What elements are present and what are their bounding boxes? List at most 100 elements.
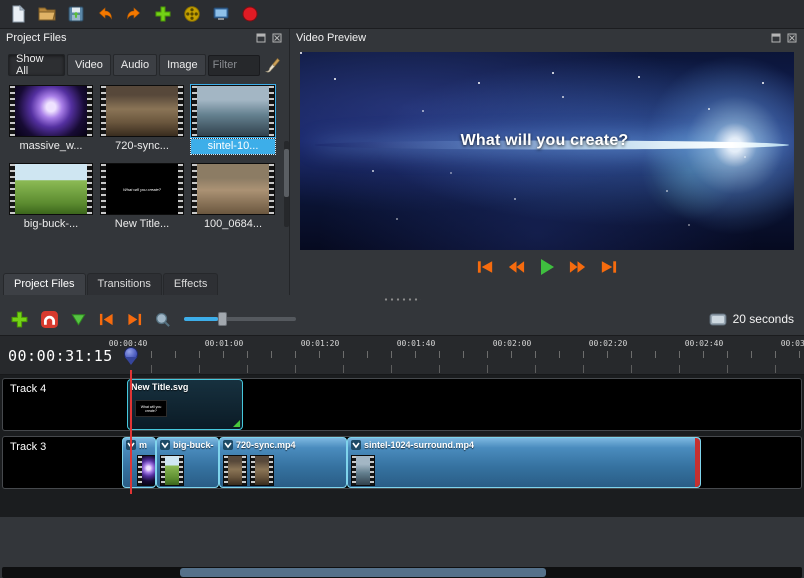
zoom-icon[interactable] [154,311,171,328]
timeline-horizontal-scrollbar[interactable] [2,567,802,578]
close-panel-icon[interactable] [786,32,798,44]
playback-controls [290,258,804,276]
ruler-ticks [127,351,804,358]
files-vertical-scroll-thumb[interactable] [284,149,289,197]
filter-video-button[interactable]: Video [66,54,111,76]
playhead-marker[interactable] [123,347,138,365]
tab-project-files[interactable]: Project Files [3,273,86,295]
clip-label: sintel-1024-surround.mp4 [364,440,475,450]
timeline-ruler-row: 00:00:31:15 00:00:40 00:01:00 00:01:20 0… [0,335,804,375]
timeline-ruler[interactable]: 00:00:40 00:01:00 00:01:20 00:01:40 00:0… [100,336,804,374]
video-frame [300,52,794,250]
media-label: 720-sync... [115,140,169,152]
video-preview-display: What will you create? [300,52,794,250]
rewind-icon[interactable] [507,259,526,275]
media-item-big-buck[interactable]: big-buck-... [9,163,93,238]
media-item-sintel[interactable]: sintel-10... [190,84,276,160]
timeline-clip-big-buck[interactable]: big-buck- [156,437,219,488]
timeline-clip-massive[interactable]: m [122,437,156,488]
title-thumb-text: What will you create? [122,186,161,192]
stars-decoration [300,52,302,54]
video-preview-title: Video Preview [296,32,367,44]
media-item-100-0684[interactable]: 100_0684... [191,163,275,238]
skip-to-end-icon[interactable] [599,259,618,275]
left-dock-tabs: Project Files Transitions Effects [0,269,289,295]
splitter-handle-dots [383,297,421,301]
clip-chevron-icon [351,440,361,450]
horizontal-splitter[interactable] [0,295,804,303]
ruler-label: 00:01:00 [204,339,244,348]
timeline-clip-720-sync[interactable]: 720-sync.mp4 [219,437,347,488]
ruler-label: 00:01:20 [300,339,340,348]
filter-input[interactable] [207,54,260,76]
media-item-new-title[interactable]: What will you create? New Title... [100,163,184,238]
video-overlay-text: What will you create? [460,132,629,150]
export-video-icon[interactable] [240,4,260,24]
clear-filter-brush-icon[interactable] [262,54,283,76]
play-icon[interactable] [538,258,556,276]
timeline-toolbar: 20 seconds [0,303,804,335]
tracks-region: Track 4 New Title.svg What will you crea… [0,375,804,578]
clip-thumbnail-text: What will you create? [135,400,167,417]
media-label: 100_0684... [203,218,263,230]
ruler-label: 00:01:40 [396,339,436,348]
main-toolbar [0,0,804,29]
tab-transitions[interactable]: Transitions [86,273,162,295]
float-panel-icon[interactable] [770,32,782,44]
clip-label: New Title.svg [131,382,189,392]
snapping-toggle-icon[interactable] [40,310,59,329]
filter-audio-button[interactable]: Audio [112,54,158,76]
filter-show-all-button[interactable]: Show All [8,53,65,77]
add-marker-icon[interactable] [70,312,87,327]
files-vertical-scrollbar[interactable] [284,141,289,227]
fast-forward-icon[interactable] [568,259,587,275]
timeline-scroll-thumb[interactable] [180,568,546,577]
project-files-header: Project Files [0,29,289,47]
timeline-clip-new-title[interactable]: New Title.svg What will you create? [127,379,243,430]
skip-to-start-icon[interactable] [476,259,495,275]
clip-chevron-icon [223,440,233,450]
next-marker-icon[interactable] [126,312,143,327]
ruler-subticks [151,365,804,373]
openshot-window: Project Files Show All Video Audio Image [0,0,804,578]
clip-label: m [139,440,148,450]
import-files-icon[interactable] [153,4,173,24]
ruler-label: 00:02:20 [588,339,628,348]
redo-icon[interactable] [124,4,144,24]
project-files-panel: Project Files Show All Video Audio Image [0,29,290,295]
main-split: Project Files Show All Video Audio Image [0,29,804,295]
media-item-massive[interactable]: massive_w... [9,85,93,160]
filter-image-button[interactable]: Image [159,54,206,76]
new-project-icon[interactable] [8,4,28,24]
project-files-title: Project Files [6,32,67,44]
fullscreen-icon[interactable] [211,4,231,24]
add-track-icon[interactable] [10,310,29,329]
float-panel-icon[interactable] [255,32,267,44]
media-label: big-buck-... [23,218,79,230]
close-panel-icon[interactable] [271,32,283,44]
timeline-clip-sintel[interactable]: sintel-1024-surround.mp4 [347,437,701,488]
video-preview-header: Video Preview [290,29,804,47]
media-label: sintel-10... [190,138,276,155]
tab-effects[interactable]: Effects [162,273,219,295]
ruler-label: 00:03:00 [780,339,804,348]
undo-icon[interactable] [95,4,115,24]
video-preview-panel: Video Preview What will you create? [290,29,804,295]
open-project-icon[interactable] [37,4,57,24]
track-4-lane: Track 4 New Title.svg What will you crea… [2,378,802,431]
choose-profile-icon[interactable] [182,4,202,24]
save-project-icon[interactable] [66,4,86,24]
zoom-slider-handle[interactable] [217,312,227,326]
zoom-scale-label: 20 seconds [732,312,794,326]
clip-label: big-buck- [173,440,214,450]
ruler-label: 00:02:40 [684,339,724,348]
clip-trim-handle[interactable] [695,438,700,487]
zoom-slider[interactable] [184,312,296,326]
media-item-720-sync[interactable]: 720-sync... [100,85,184,160]
zoom-scale-icon [709,311,727,327]
playhead-line [130,370,132,494]
previous-marker-icon[interactable] [98,312,115,327]
ruler-label: 00:02:00 [492,339,532,348]
clip-corner-handle [233,420,240,427]
playhead-timecode: 00:00:31:15 [8,347,113,365]
